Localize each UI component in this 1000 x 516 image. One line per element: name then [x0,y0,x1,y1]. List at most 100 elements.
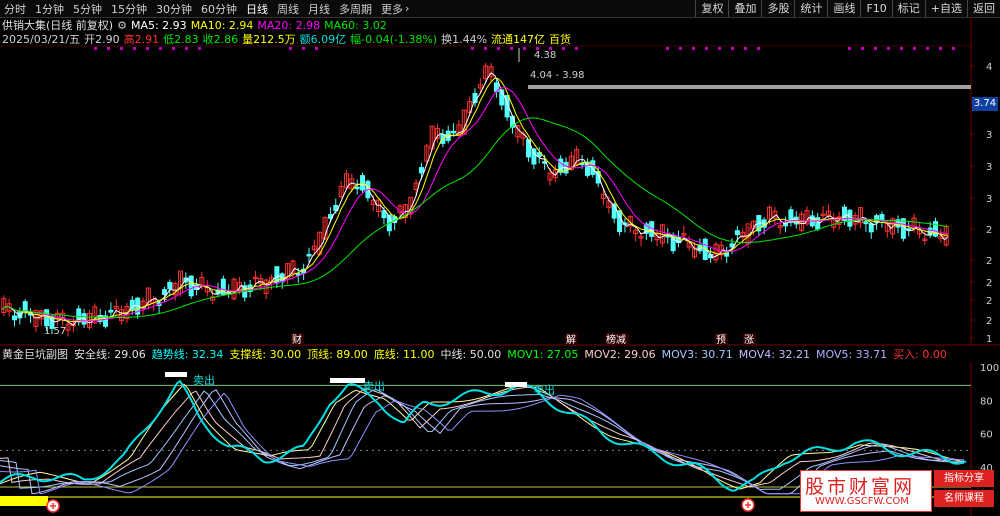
ma20-line [1,86,949,322]
ma60-line [1,117,949,319]
candle-body [729,243,735,248]
signal-dot [887,47,890,50]
candle-body [44,309,50,327]
sub-indicator-item-9: MOV4: 32.21 [738,347,810,361]
watermark-tag-share: 指标分享 [934,470,994,487]
sub-indicator-item-6: MOV1: 27.05 [507,347,579,361]
signal-dot [718,47,721,50]
signal-dot [731,47,734,50]
candle-body [863,221,869,225]
signal-dot [939,47,942,50]
sub-indicator-item-3: 顶线: 89.00 [307,348,368,361]
kline-chart[interactable]: 433332222214.384.04 - 3.981.571财解榜减预涨100… [0,0,1000,516]
price-axis-label: 2 [986,296,992,307]
event-tag-label: 解 [566,333,576,346]
sub-axis-label: 60 [980,430,993,441]
ma5-line [1,72,949,327]
sub-indicator-item-0: 安全线: 29.06 [74,348,146,361]
price-axis-label: 2 [986,316,992,327]
watermark-brand: 股市财富网 [805,476,916,498]
sub-axis-label: 100 [980,363,999,374]
signal-dot [198,47,201,50]
signal-dot [302,47,305,50]
candle-body [584,161,590,176]
candle-body [451,130,457,134]
candle-body [879,214,885,221]
watermark-logo: 股市财富网 WWW.GSCFW.COM [800,470,932,512]
event-tag-label: 涨 [744,334,754,346]
sub-indicator-name[interactable]: 黄金巨坑副图 [2,346,68,362]
signal-dot [484,47,487,50]
signal-dot [900,47,903,50]
signal-dot [497,47,500,50]
candle-body [188,275,194,297]
sub-indicator-item-4: 底线: 11.00 [373,348,435,361]
watermark-tag-course: 名师课程 [934,490,994,507]
event-tag-label: 预 [716,334,726,346]
price-axis-label: 3 [986,130,992,141]
signal-dot [94,47,97,50]
resistance-bar [528,85,971,89]
candle-body [11,315,17,321]
sub-axis-label: 80 [980,396,993,407]
signal-dot [185,47,188,50]
price-axis-label: 2 [986,256,992,267]
sell-label: 卖出 [533,383,555,397]
sell-label: 卖出 [363,379,385,393]
sell-marker [165,372,187,377]
signal-dot [510,47,513,50]
watermark-tags: 指标分享 名师课程 [934,470,994,510]
sub-indicator-item-10: MOV5: 33.71 [815,347,888,361]
signal-dot [575,47,578,50]
signal-dot [913,47,916,50]
candle-body [108,309,114,313]
signal-dot [107,47,110,50]
low-price-label: 1.57 [44,326,66,337]
ma10-line [1,77,949,323]
signal-dot [133,47,136,50]
high-price-label: 4.38 [534,50,556,61]
sub-indicator-item-2: 支撑线: 30.00 [229,348,302,361]
signal-dot [679,47,682,50]
signal-dot [146,47,149,50]
price-axis-label: 4 [986,62,992,73]
event-tag-label: 财 [292,333,302,346]
signal-dot [666,47,669,50]
sub-indicator-item-5: 中线: 50.00 [440,348,502,361]
candle-body [418,167,424,174]
signal-dot [874,47,877,50]
sub-indicator-item-11: 买入: 0.00 [893,348,947,361]
signal-dot [744,47,747,50]
signal-dot [757,47,760,50]
signal-dot [120,47,123,50]
signal-dot [848,47,851,50]
event-tag-label: 榜减 [606,333,626,346]
sub-indicator-item-7: MOV2: 29.06 [584,347,656,361]
current-price-tag: 3.74 [972,97,998,111]
signal-dot [172,47,175,50]
sub-indicator-info: 黄金巨坑副图 安全线: 29.06 趋势线: 32.34 支撑线: 30.00 顶线:… [2,346,953,362]
signal-dot [562,47,565,50]
signal-dot [159,47,162,50]
price-axis-label: 2 [986,278,992,289]
range-label: 4.04 - 3.98 [530,70,585,81]
signal-dot [926,47,929,50]
watermark-url: WWW.GSCFW.COM [815,496,909,507]
candle-body [531,148,537,165]
sell-marker [330,378,365,383]
candle-body [734,230,740,236]
signal-dot [471,47,474,50]
price-axis-label: 1 [986,334,992,345]
signal-dot [315,47,318,50]
sell-marker [505,382,527,387]
candle-body [360,175,366,191]
signal-dot [523,47,526,50]
candle-body [306,253,312,257]
tick-count-label: 1 [162,293,168,303]
sub-indicator-item-8: MOV3: 30.71 [661,347,733,361]
signal-dot [692,47,695,50]
price-axis-label: 2 [986,225,992,236]
candle-body [354,186,360,190]
signal-dot [861,47,864,50]
signal-dot [705,47,708,50]
